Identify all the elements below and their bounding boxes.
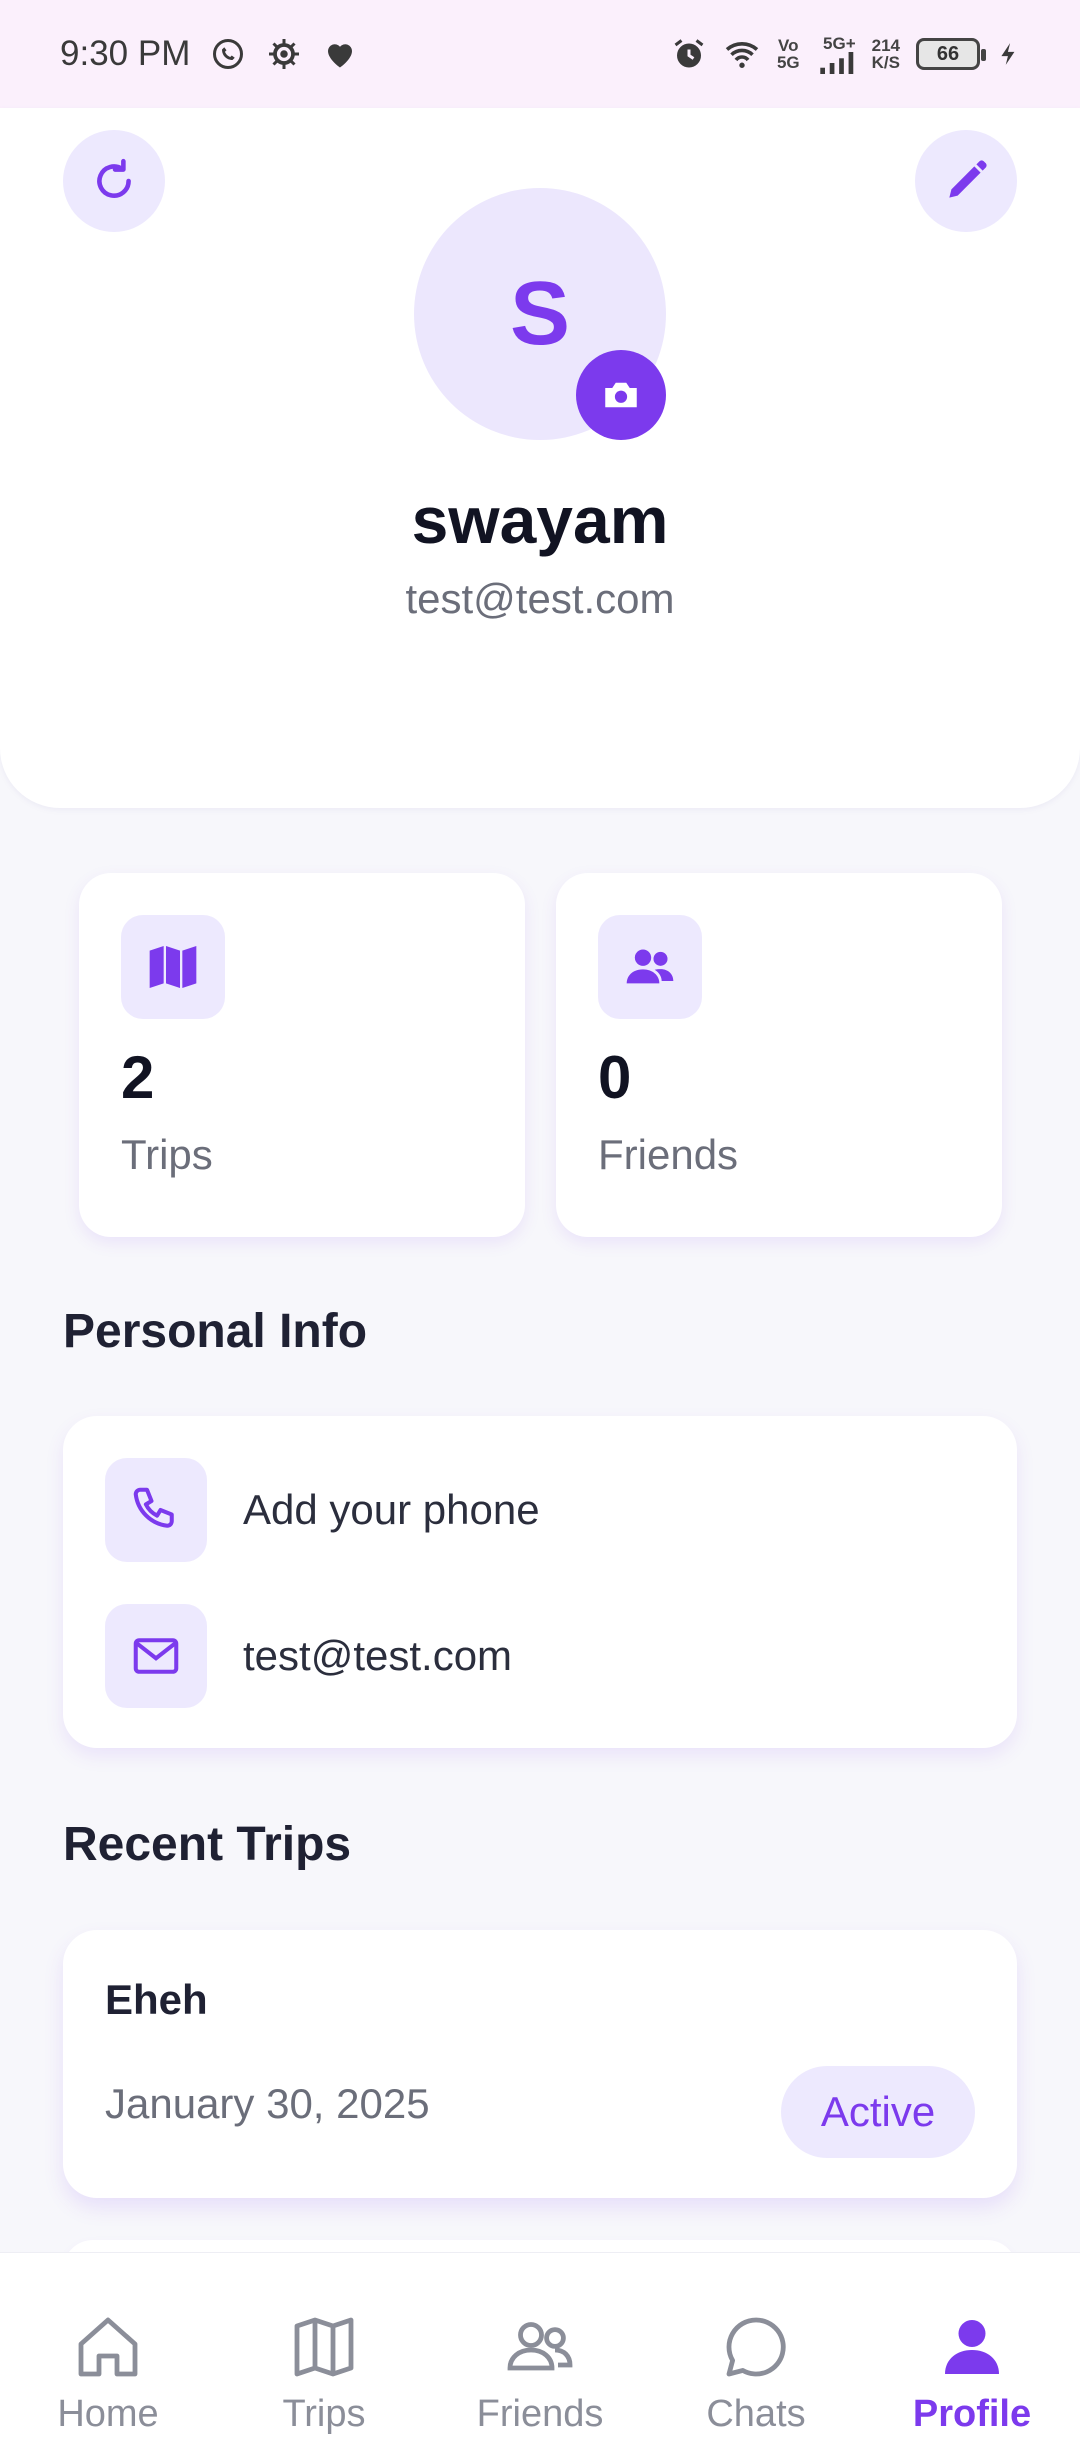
signal-label: 5G+ <box>823 33 856 53</box>
status-time: 9:30 PM <box>60 34 191 73</box>
stat-value: 0 <box>598 1044 632 1111</box>
nav-label: Home <box>57 2393 159 2435</box>
mail-icon <box>133 1638 179 1674</box>
stat-card-trips[interactable]: 2 Trips <box>79 873 525 1237</box>
battery-level: 66 <box>936 42 960 65</box>
camera-icon <box>605 382 637 408</box>
phone-icon <box>133 1487 174 1528</box>
nav-friends[interactable]: Friends <box>440 2311 640 2436</box>
network-type: Vo 5G <box>777 37 800 71</box>
info-icon-box <box>105 1604 207 1708</box>
refresh-button[interactable] <box>63 130 165 232</box>
avatar-initial: S <box>509 263 571 364</box>
recent-trips-title: Recent Trips <box>63 1818 352 1871</box>
signal-group: 5G+ <box>816 35 856 74</box>
phone-text: Add your phone <box>243 1486 540 1533</box>
chat-icon <box>726 2317 786 2377</box>
info-icon-box <box>105 1458 207 1562</box>
stat-card-friends[interactable]: 0 Friends <box>556 873 1002 1237</box>
personal-info-card: Add your phone test@test.com <box>63 1416 1017 1748</box>
users-icon <box>507 2322 573 2371</box>
stat-label: Friends <box>598 1131 739 1178</box>
status-left: 9:30 PM <box>60 34 358 74</box>
settings-icon <box>269 39 300 69</box>
user-icon <box>945 2320 999 2374</box>
stat-value: 2 <box>121 1044 155 1111</box>
home-icon <box>78 2317 138 2377</box>
stat-icon-box <box>121 915 225 1019</box>
status-right: Vo 5G 5G+ 214 K/S 66 <box>671 35 1022 74</box>
nav-label: Profile <box>912 2393 1032 2435</box>
network-bottom: 5G <box>776 53 800 72</box>
whatsapp-icon <box>213 39 244 69</box>
bottom-nav: Home Trips Friends Chats Profile <box>0 2252 1080 2460</box>
users-icon <box>626 949 674 984</box>
nav-home[interactable]: Home <box>8 2311 208 2436</box>
map-icon <box>294 2317 354 2377</box>
trip-date: January 30, 2025 <box>105 2080 430 2127</box>
data-speed: 214 K/S <box>872 37 900 71</box>
stat-label: Trips <box>121 1131 213 1178</box>
edit-profile-button[interactable] <box>915 130 1017 232</box>
pencil-icon <box>949 160 987 198</box>
network-top: Vo <box>778 36 799 55</box>
personal-info-title: Personal Info <box>63 1305 368 1358</box>
status-bar: 9:30 PM Vo 5G 5G+ 214 K/S 66 <box>0 0 1080 108</box>
trip-name: Eheh <box>105 1976 208 2023</box>
charging-icon <box>1001 43 1015 65</box>
phone-row[interactable]: Add your phone <box>105 1458 540 1562</box>
trip-card[interactable]: Eheh January 30, 2025 Active <box>63 1930 1017 2198</box>
map-icon <box>149 946 197 988</box>
speed-unit: K/S <box>871 53 900 72</box>
heart-icon <box>328 44 353 68</box>
speed-value: 214 <box>871 36 900 55</box>
nav-label: Friends <box>476 2393 604 2435</box>
email-row[interactable]: test@test.com <box>105 1604 512 1708</box>
trip-status-badge: Active <box>781 2066 975 2158</box>
change-photo-button[interactable] <box>576 350 666 440</box>
nav-label: Trips <box>282 2393 366 2435</box>
nav-profile[interactable]: Profile <box>872 2311 1072 2436</box>
email-text: test@test.com <box>243 1632 513 1679</box>
nav-label: Chats <box>706 2393 806 2435</box>
nav-chats[interactable]: Chats <box>656 2311 856 2436</box>
nav-trips[interactable]: Trips <box>224 2311 424 2436</box>
refresh-icon <box>97 158 131 198</box>
signal-icon <box>819 51 853 74</box>
profile-name: swayam <box>411 483 669 557</box>
wifi-icon <box>725 42 759 68</box>
profile-email: test@test.com <box>405 575 675 622</box>
alarm-icon <box>674 39 704 68</box>
battery-indicator: 66 <box>916 38 986 70</box>
stat-icon-box <box>598 915 702 1019</box>
